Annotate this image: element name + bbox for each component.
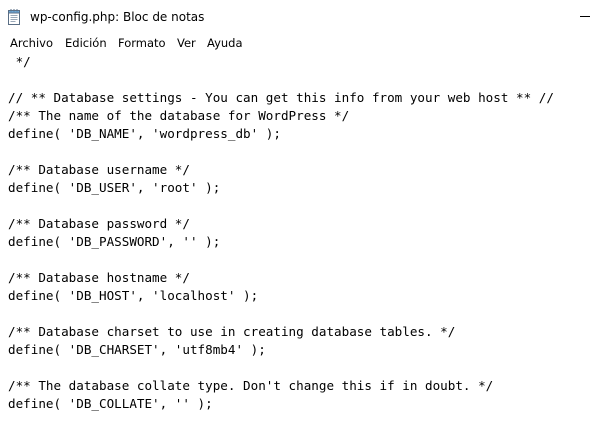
menu-ayuda[interactable]: Ayuda — [207, 35, 243, 51]
code-line: define( 'DB_NAME', 'wordpress_db' ); — [8, 126, 281, 141]
minimize-button[interactable] — [570, 0, 594, 33]
code-line: define( 'DB_CHARSET', 'utf8mb4' ); — [8, 342, 266, 357]
code-line: /** Database username */ — [8, 162, 190, 177]
code-line: define( 'DB_HOST', 'localhost' ); — [8, 288, 259, 303]
code-line: // ** Database settings - You can get th… — [8, 90, 554, 105]
window-title: wp-config.php: Bloc de notas — [30, 10, 205, 24]
code-line: /** The name of the database for WordPre… — [8, 108, 350, 123]
menu-ver[interactable]: Ver — [177, 35, 196, 51]
code-line: /** Database hostname */ — [8, 270, 190, 285]
code-line: /** Database charset to use in creating … — [8, 324, 456, 339]
code-line: /** The database collate type. Don't cha… — [8, 378, 494, 393]
text-editor[interactable]: */ // ** Database settings - You can get… — [0, 53, 594, 434]
notepad-window: wp-config.php: Bloc de notas Archivo Edi… — [0, 0, 594, 434]
title-bar[interactable]: wp-config.php: Bloc de notas — [0, 0, 594, 33]
menu-formato[interactable]: Formato — [118, 35, 166, 51]
notepad-icon — [8, 9, 20, 25]
code-line: */ — [8, 54, 31, 69]
code-line: define( 'DB_USER', 'root' ); — [8, 180, 221, 195]
code-line: define( 'DB_COLLATE', '' ); — [8, 396, 213, 411]
code-line: define( 'DB_PASSWORD', '' ); — [8, 234, 221, 249]
menu-bar: Archivo Edición Formato Ver Ayuda — [0, 33, 594, 53]
menu-edicion[interactable]: Edición — [65, 35, 107, 51]
minimize-icon — [580, 16, 590, 17]
menu-archivo[interactable]: Archivo — [10, 35, 53, 51]
code-line: /** Database password */ — [8, 216, 190, 231]
